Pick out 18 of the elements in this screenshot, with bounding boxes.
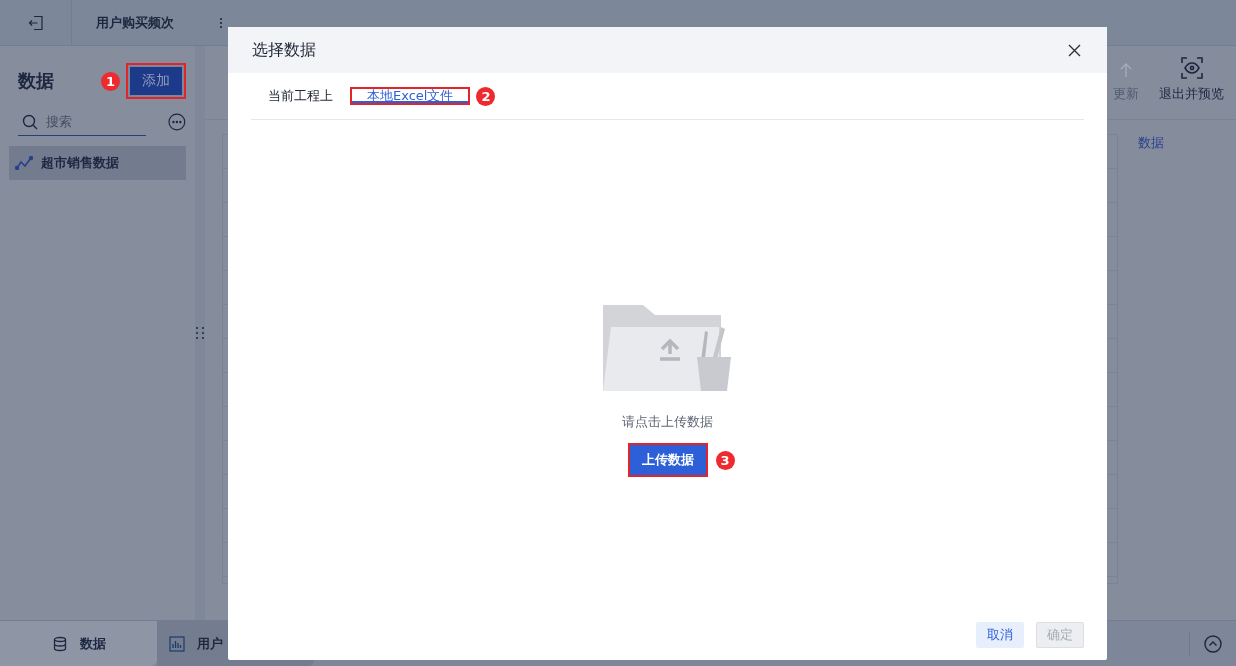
upload-button[interactable]: 上传数据	[627, 443, 708, 477]
data-link[interactable]: 数据	[1138, 134, 1224, 620]
dataset-item[interactable]: 超市销售数据	[9, 146, 186, 180]
callout-badge: 3	[715, 450, 735, 470]
tab-title[interactable]: 用户购买频次	[96, 13, 174, 32]
add-button[interactable]: 添加	[126, 63, 186, 99]
panel-title: 数据	[18, 69, 55, 93]
callout-badge: 2	[476, 86, 496, 106]
dialog-title: 选择数据	[252, 39, 317, 61]
empty-hint: 请点击上传数据	[622, 413, 713, 431]
search-input[interactable]: 搜索	[46, 114, 136, 129]
bottom-tab[interactable]: 数据	[0, 621, 157, 666]
dialog-tab[interactable]: 当前工程上	[251, 87, 350, 105]
search-field[interactable]: 搜索	[18, 108, 147, 136]
toolbar-action[interactable]: 退出并预览	[1159, 85, 1224, 103]
dialog-tab[interactable]: 本地Excel文件	[350, 87, 471, 105]
dialog-button[interactable]: 取消	[976, 622, 1024, 648]
callout-badge: 1	[101, 71, 120, 91]
